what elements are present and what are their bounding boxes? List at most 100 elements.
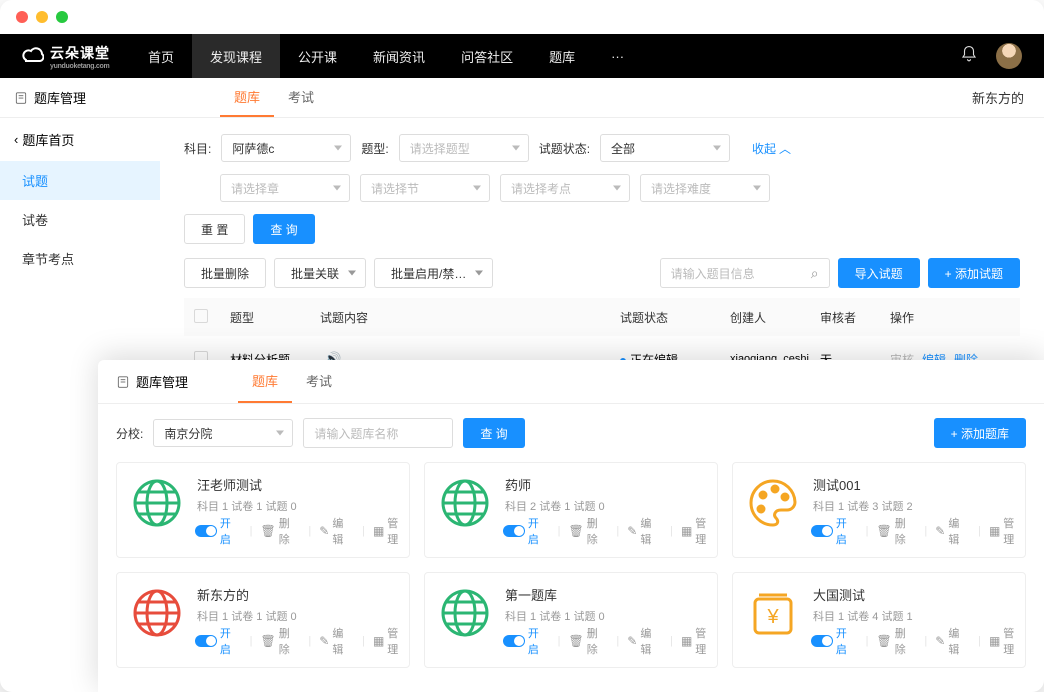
sidebar-back[interactable]: ‹ 题库首页 xyxy=(0,118,160,161)
bank-card[interactable]: 汪老师测试 科目 1 试卷 1 试题 0 开启 | 🗑 删除 | ✎ 编辑 | … xyxy=(116,462,410,558)
nav-item[interactable]: ··· xyxy=(593,34,642,78)
bank-name-search-input[interactable]: 请输入题库名称 xyxy=(303,418,453,448)
trash-icon: 🗑 xyxy=(877,634,892,648)
bank-card[interactable]: 药师 科目 2 试卷 1 试题 0 开启 | 🗑 删除 | ✎ 编辑 | ▦ 管… xyxy=(424,462,718,558)
minimize-window[interactable] xyxy=(36,11,48,23)
edit-action[interactable]: ✎ 编辑 xyxy=(935,625,970,657)
sidebar-item[interactable]: 章节考点 xyxy=(0,239,160,278)
nav-item[interactable]: 发现课程 xyxy=(192,34,280,78)
search-button[interactable]: 查 询 xyxy=(253,214,314,244)
user-avatar[interactable] xyxy=(996,43,1022,69)
filter-select[interactable]: 阿萨德c xyxy=(221,134,351,162)
reset-button[interactable]: 重 置 xyxy=(184,214,245,244)
overlay-search-button[interactable]: 查 询 xyxy=(463,418,524,448)
sub-tab[interactable]: 考试 xyxy=(274,78,328,117)
toggle-icon xyxy=(195,525,217,537)
grid-icon: ▦ xyxy=(989,634,1000,648)
svg-text:¥: ¥ xyxy=(766,606,779,628)
close-window[interactable] xyxy=(16,11,28,23)
batch-link-dropdown[interactable]: 批量关联 xyxy=(274,258,366,288)
filter-select[interactable]: 全部 xyxy=(600,134,730,162)
bank-card[interactable]: 新东方的 科目 1 试卷 1 试题 0 开启 | 🗑 删除 | ✎ 编辑 | ▦… xyxy=(116,572,410,668)
toggle-action[interactable]: 开启 xyxy=(503,625,550,657)
breadcrumb-right: 新东方的 xyxy=(972,88,1044,107)
toggle-action[interactable]: 开启 xyxy=(811,625,858,657)
filter-select[interactable]: 请选择考点 xyxy=(500,174,630,202)
card-meta: 科目 2 试卷 1 试题 0 xyxy=(505,498,705,514)
sidebar-item[interactable]: 试题 xyxy=(0,161,160,200)
card-meta: 科目 1 试卷 1 试题 0 xyxy=(197,608,397,624)
toggle-icon xyxy=(811,635,833,647)
top-nav: 云朵课堂 yunduoketang.com 首页发现课程公开课新闻资讯问答社区题… xyxy=(0,34,1044,78)
edit-action[interactable]: ✎ 编辑 xyxy=(627,625,662,657)
toggle-action[interactable]: 开启 xyxy=(195,625,242,657)
edit-action[interactable]: ✎ 编辑 xyxy=(627,515,662,547)
delete-action[interactable]: 🗑 删除 xyxy=(877,625,917,657)
manage-action[interactable]: ▦ 管理 xyxy=(373,625,409,657)
toggle-action[interactable]: 开启 xyxy=(503,515,550,547)
filter-select[interactable]: 请选择题型 xyxy=(399,134,529,162)
batch-toggle-dropdown[interactable]: 批量启用/禁… xyxy=(374,258,493,288)
nav-item[interactable]: 首页 xyxy=(130,34,192,78)
collapse-toggle[interactable]: 收起 ︿ xyxy=(752,140,791,157)
manage-action[interactable]: ▦ 管理 xyxy=(989,625,1025,657)
nav-item[interactable]: 公开课 xyxy=(280,34,355,78)
page-title: 题库管理 xyxy=(0,88,100,107)
sidebar: ‹ 题库首页 试题试卷章节考点 xyxy=(0,118,160,278)
edit-icon: ✎ xyxy=(935,524,945,538)
branch-label: 分校: xyxy=(116,425,143,442)
delete-action[interactable]: 🗑 删除 xyxy=(569,515,609,547)
card-title: 汪老师测试 xyxy=(197,475,397,494)
overlay-tab[interactable]: 考试 xyxy=(292,360,346,403)
overlay-panel: 题库管理 题库考试 分校: 南京分院 请输入题库名称 查 询 + 添加题库 汪老… xyxy=(98,360,1044,692)
question-search-input[interactable]: 请输入题目信息 xyxy=(660,258,830,288)
manage-action[interactable]: ▦ 管理 xyxy=(989,515,1025,547)
overlay-tab[interactable]: 题库 xyxy=(238,360,292,403)
delete-action[interactable]: 🗑 删除 xyxy=(261,625,301,657)
manage-action[interactable]: ▦ 管理 xyxy=(681,625,717,657)
edit-action[interactable]: ✎ 编辑 xyxy=(319,625,354,657)
bank-card[interactable]: 测试001 科目 1 试卷 3 试题 2 开启 | 🗑 删除 | ✎ 编辑 | … xyxy=(732,462,1026,558)
toggle-action[interactable]: 开启 xyxy=(195,515,242,547)
delete-action[interactable]: 🗑 删除 xyxy=(877,515,917,547)
table-header: 题型 试题内容 试题状态 创建人 审核者 操作 xyxy=(184,298,1020,336)
grid-icon: ▦ xyxy=(373,524,384,538)
add-question-button[interactable]: + 添加试题 xyxy=(928,258,1020,288)
grid-icon: ▦ xyxy=(681,524,692,538)
manage-action[interactable]: ▦ 管理 xyxy=(373,515,409,547)
card-title: 测试001 xyxy=(813,475,1013,494)
sub-tab[interactable]: 题库 xyxy=(220,78,274,117)
toggle-icon xyxy=(195,635,217,647)
card-icon xyxy=(745,475,801,531)
batch-delete-button[interactable]: 批量删除 xyxy=(184,258,266,288)
add-bank-button[interactable]: + 添加题库 xyxy=(934,418,1026,448)
maximize-window[interactable] xyxy=(56,11,68,23)
toggle-icon xyxy=(503,525,525,537)
toggle-action[interactable]: 开启 xyxy=(811,515,858,547)
trash-icon: 🗑 xyxy=(261,524,276,538)
nav-item[interactable]: 问答社区 xyxy=(443,34,531,78)
filter-select[interactable]: 请选择节 xyxy=(360,174,490,202)
edit-icon: ✎ xyxy=(319,634,329,648)
edit-action[interactable]: ✎ 编辑 xyxy=(935,515,970,547)
select-all-checkbox[interactable] xyxy=(194,309,208,323)
notification-bell-icon[interactable] xyxy=(960,45,978,68)
manage-action[interactable]: ▦ 管理 xyxy=(681,515,717,547)
card-meta: 科目 1 试卷 3 试题 2 xyxy=(813,498,1013,514)
edit-action[interactable]: ✎ 编辑 xyxy=(319,515,354,547)
nav-item[interactable]: 题库 xyxy=(531,34,593,78)
filter-select[interactable]: 请选择章 xyxy=(220,174,350,202)
bank-card[interactable]: 第一题库 科目 1 试卷 1 试题 0 开启 | 🗑 删除 | ✎ 编辑 | ▦… xyxy=(424,572,718,668)
nav-item[interactable]: 新闻资讯 xyxy=(355,34,443,78)
filter-select[interactable]: 请选择难度 xyxy=(640,174,770,202)
logo[interactable]: 云朵课堂 yunduoketang.com xyxy=(0,43,130,70)
import-button[interactable]: 导入试题 xyxy=(838,258,920,288)
delete-action[interactable]: 🗑 删除 xyxy=(569,625,609,657)
bank-card[interactable]: ¥ 大国测试 科目 1 试卷 4 试题 1 开启 | 🗑 删除 | ✎ 编辑 |… xyxy=(732,572,1026,668)
trash-icon: 🗑 xyxy=(261,634,276,648)
sidebar-item[interactable]: 试卷 xyxy=(0,200,160,239)
delete-action[interactable]: 🗑 删除 xyxy=(261,515,301,547)
toggle-icon xyxy=(811,525,833,537)
edit-icon: ✎ xyxy=(627,524,637,538)
branch-select[interactable]: 南京分院 xyxy=(153,419,293,447)
